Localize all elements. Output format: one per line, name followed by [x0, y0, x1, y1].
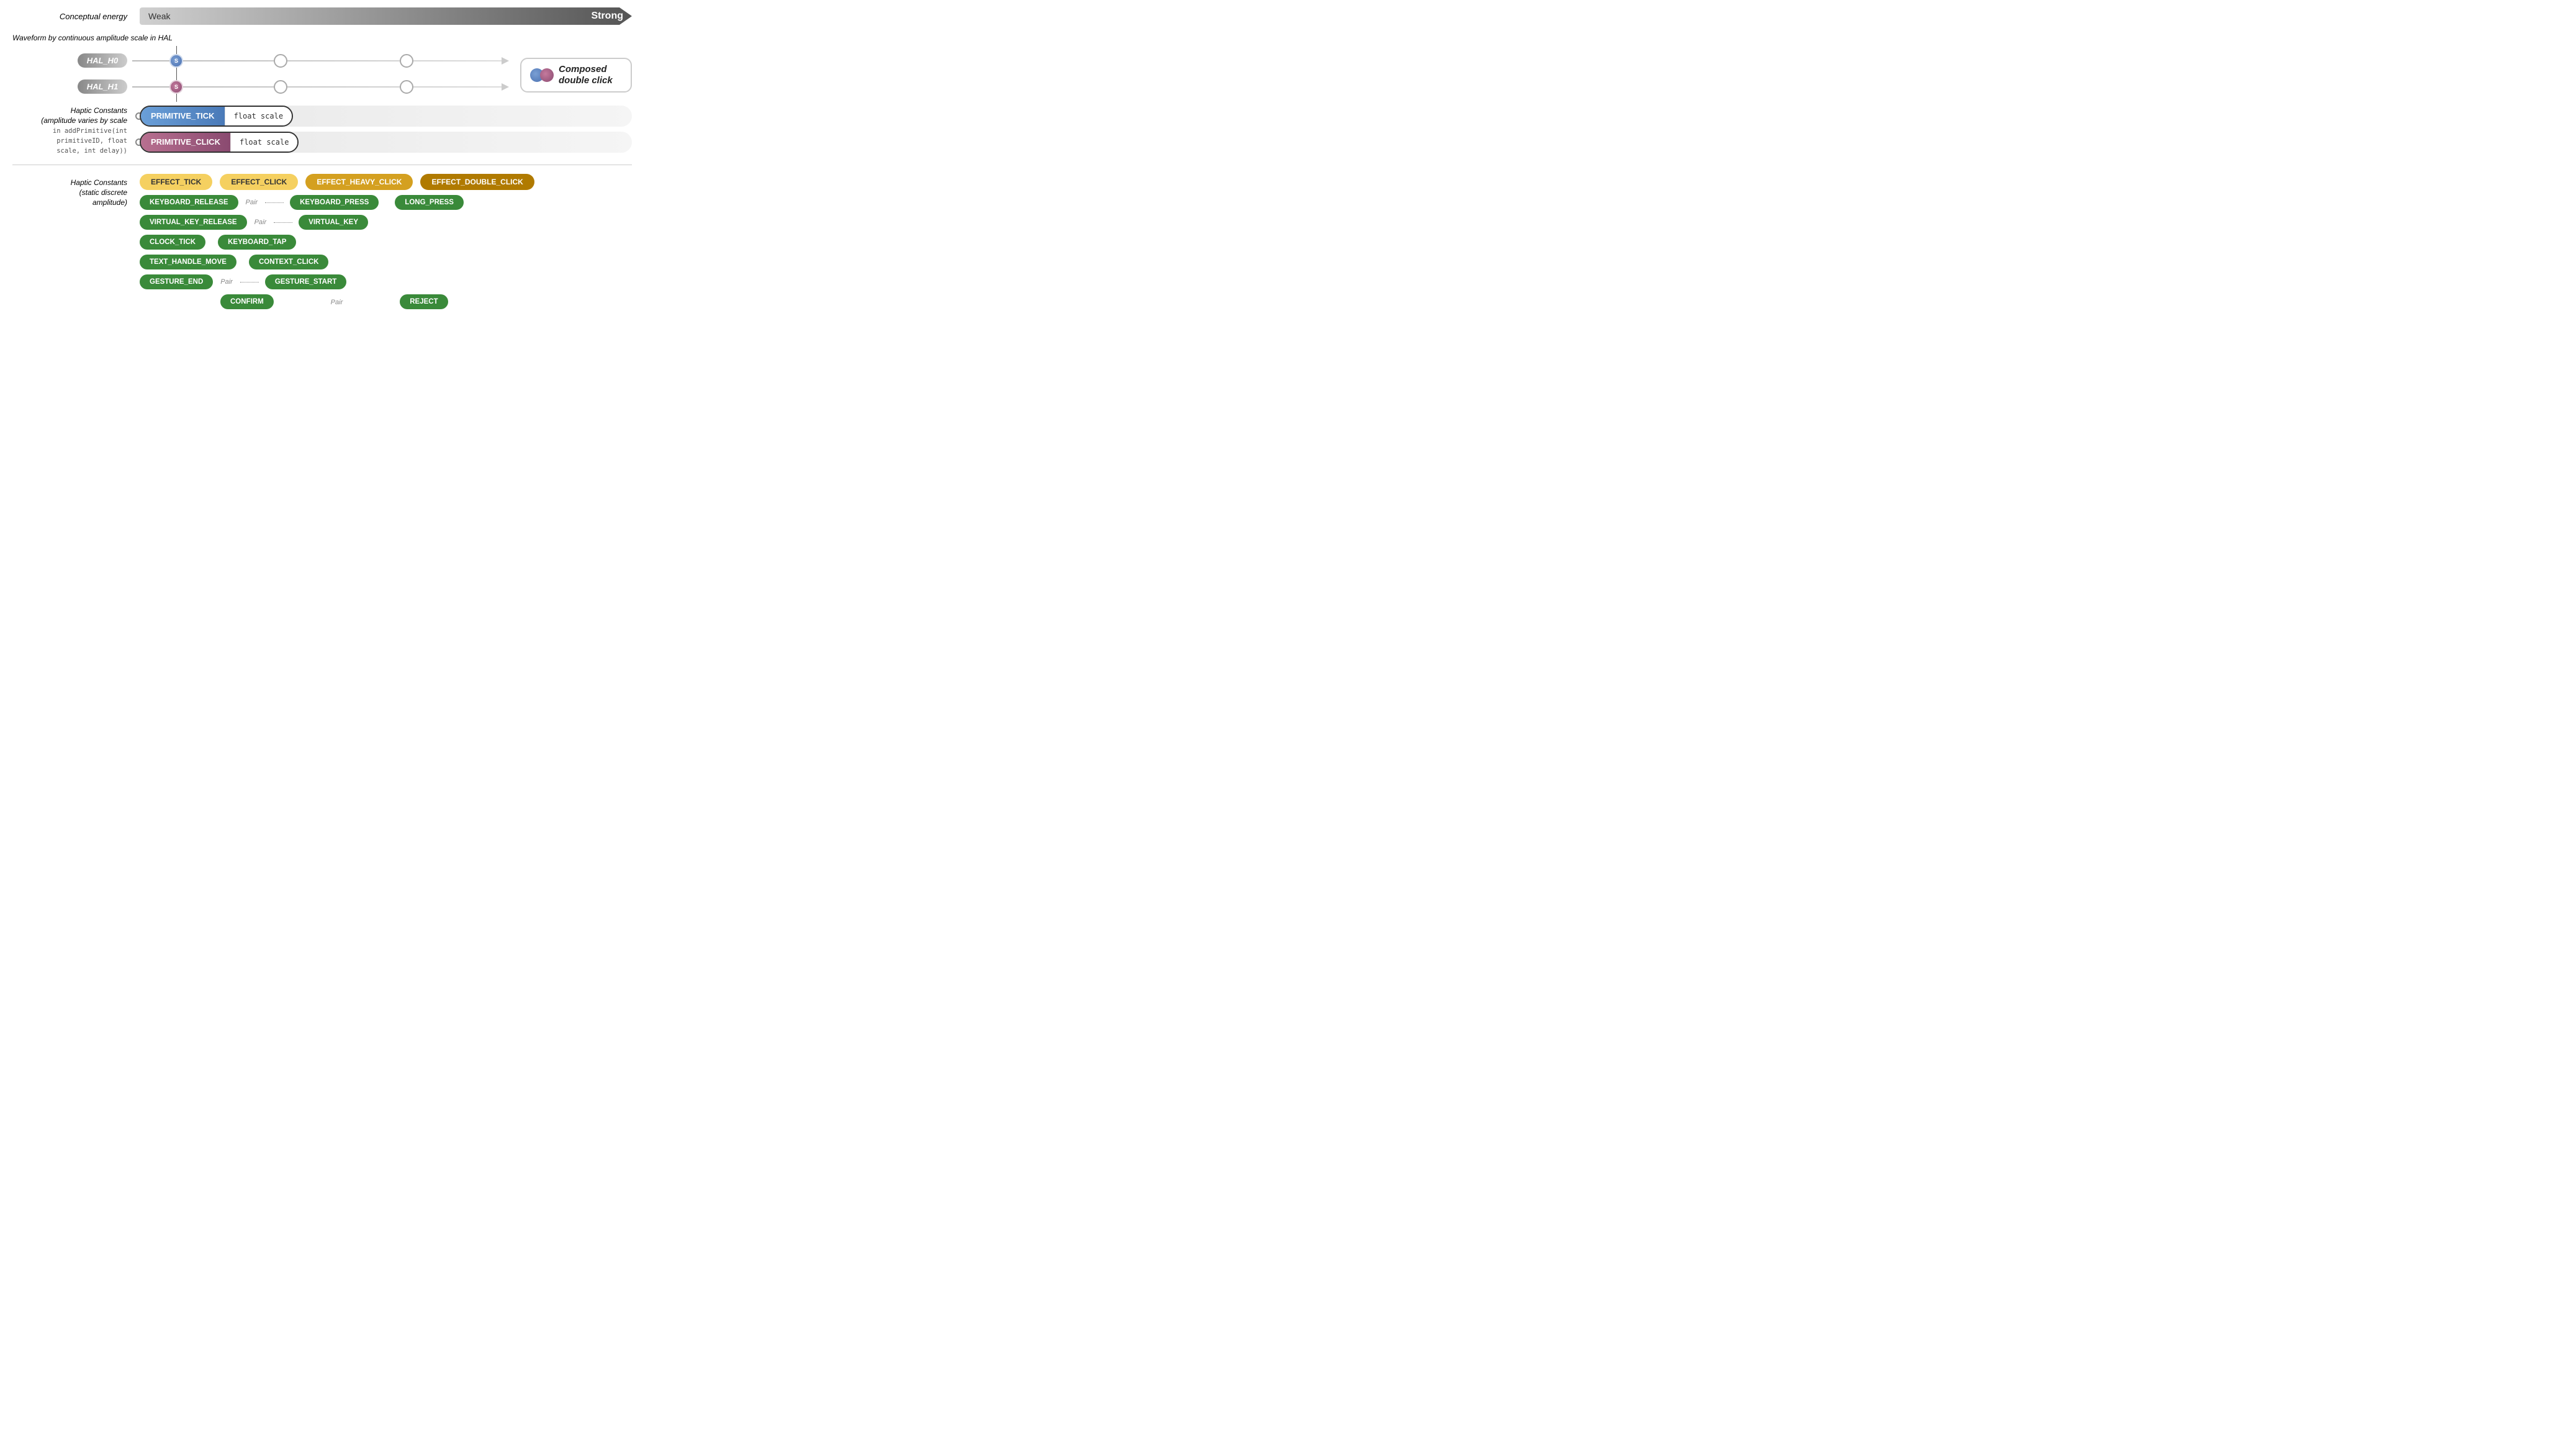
- hal-h1-end-circle: [400, 80, 413, 94]
- gesture-start-pill: GESTURE_START: [265, 274, 346, 289]
- primitive-tick-scale: float scale: [225, 107, 292, 125]
- dotted-line-3: [240, 282, 259, 283]
- confirm-pill: CONFIRM: [220, 294, 274, 309]
- hal-h1-start-dot: S: [169, 80, 183, 94]
- effects-row: EFFECT_TICK EFFECT_CLICK EFFECT_HEAVY_CL…: [140, 174, 632, 190]
- section-divider: [12, 165, 632, 166]
- text-handle-move-pill: TEXT_HANDLE_MOVE: [140, 255, 236, 269]
- primitive-tick-pill: PRIMITIVE_TICK float scale: [140, 106, 293, 127]
- hal-h0-mid-circle: [274, 54, 287, 68]
- effect-double-click-pill: EFFECT_DOUBLE_CLICK: [420, 174, 534, 190]
- keyboard-release-pill: KEYBOARD_RELEASE: [140, 195, 238, 210]
- dotted-line-2: [274, 222, 292, 223]
- energy-bar-container: Weak Strong: [140, 6, 632, 26]
- primitive-label: Haptic Constants (amplitude varies by sc…: [12, 106, 127, 156]
- primitive-tick-row: PRIMITIVE_TICK float scale: [140, 106, 632, 127]
- energy-strong-label: Strong: [591, 11, 623, 22]
- hal-h1-mid-circle: [274, 80, 287, 94]
- haptic-bottom-label: Haptic Constants (static discrete amplit…: [12, 174, 127, 208]
- keyboard-tap-pill: KEYBOARD_TAP: [218, 235, 296, 250]
- pair-label-4: Pair: [331, 299, 343, 306]
- haptic-bottom-section: Haptic Constants (static discrete amplit…: [12, 174, 632, 309]
- primitive-tick-track: PRIMITIVE_TICK float scale: [140, 106, 632, 127]
- composed-dot-pink: [540, 68, 554, 82]
- composed-label: Composed double click: [559, 64, 613, 86]
- clock-tick-pill: CLOCK_TICK: [140, 235, 205, 250]
- virtual-key-row: VIRTUAL_KEY_RELEASE Pair VIRTUAL_KEY: [140, 215, 632, 230]
- confirm-reject-row: CONFIRM Pair REJECT: [140, 294, 632, 309]
- composed-double-click-badge: Composed double click: [520, 58, 632, 93]
- primitive-section: Haptic Constants (amplitude varies by sc…: [12, 106, 632, 156]
- waveform-label: Waveform by continuous amplitude scale i…: [12, 34, 173, 43]
- energy-label: Conceptual energy: [12, 12, 127, 21]
- virtual-key-pill: VIRTUAL_KEY: [299, 215, 368, 230]
- pair-label-3: Pair: [220, 278, 233, 286]
- primitive-click-track: PRIMITIVE_CLICK float scale: [140, 132, 632, 153]
- effect-click-pill: EFFECT_CLICK: [220, 174, 298, 190]
- effect-tick-pill: EFFECT_TICK: [140, 174, 212, 190]
- context-click-pill: CONTEXT_CLICK: [249, 255, 328, 269]
- keyboard-row: KEYBOARD_RELEASE Pair KEYBOARD_PRESS LON…: [140, 195, 632, 210]
- virtual-key-release-pill: VIRTUAL_KEY_RELEASE: [140, 215, 247, 230]
- pair-label-2: Pair: [254, 219, 267, 226]
- keyboard-press-pill: KEYBOARD_PRESS: [290, 195, 379, 210]
- energy-bar: Weak Strong: [140, 7, 632, 25]
- long-press-pill: LONG_PRESS: [395, 195, 464, 210]
- gesture-end-pill: GESTURE_END: [140, 274, 213, 289]
- effect-heavy-click-pill: EFFECT_HEAVY_CLICK: [305, 174, 413, 190]
- composed-dots: [530, 68, 554, 82]
- reject-pill: REJECT: [400, 294, 448, 309]
- primitive-click-row: PRIMITIVE_CLICK float scale: [140, 132, 632, 153]
- primitive-click-scale: float scale: [230, 133, 297, 152]
- hal-h0-track: S: [132, 50, 504, 72]
- gesture-row: GESTURE_END Pair GESTURE_START: [140, 274, 632, 289]
- haptic-grid: EFFECT_TICK EFFECT_CLICK EFFECT_HEAVY_CL…: [140, 174, 632, 309]
- hal-h1-track: S: [132, 76, 504, 98]
- dotted-line-1: [265, 202, 284, 203]
- primitive-click-pill: PRIMITIVE_CLICK float scale: [140, 132, 299, 153]
- clock-tick-row: CLOCK_TICK KEYBOARD_TAP: [140, 235, 632, 250]
- primitive-click-name: PRIMITIVE_CLICK: [141, 133, 230, 152]
- text-handle-row: TEXT_HANDLE_MOVE CONTEXT_CLICK: [140, 255, 632, 269]
- hal-h0-row: HAL_H0 S: [12, 50, 504, 72]
- hal-h0-end-circle: [400, 54, 413, 68]
- hal-h1-label: HAL_H1: [78, 79, 127, 94]
- hal-h1-row: HAL_H1 S: [12, 76, 504, 98]
- pair-label-1: Pair: [246, 199, 258, 206]
- primitive-tracks: PRIMITIVE_TICK float scale PRIMITIVE_CLI…: [140, 106, 632, 153]
- primitive-tick-name: PRIMITIVE_TICK: [141, 107, 225, 125]
- hal-h0-start-dot: S: [169, 54, 183, 68]
- energy-weak-label: Weak: [148, 11, 171, 21]
- hal-h0-label: HAL_H0: [78, 53, 127, 68]
